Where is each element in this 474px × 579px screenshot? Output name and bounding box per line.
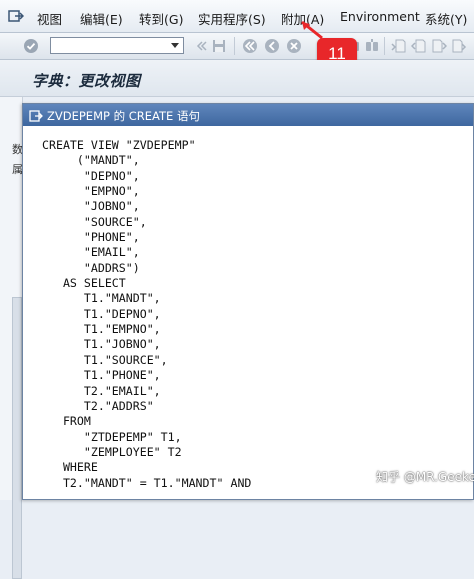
- code-line: WHERE: [42, 460, 98, 475]
- toolbar-separator: [234, 37, 235, 55]
- menu-environment[interactable]: Environment: [340, 9, 420, 24]
- save-icon[interactable]: [211, 38, 227, 54]
- back-icon[interactable]: [242, 38, 258, 54]
- watermark: 知乎 @MR.Geekery: [376, 470, 474, 484]
- title-area: 字典：更改视图: [0, 60, 474, 97]
- code-line: T1."SOURCE",: [42, 352, 168, 367]
- menu-edit[interactable]: 编辑(E): [80, 9, 123, 28]
- chevron-down-icon[interactable]: [171, 43, 179, 48]
- dialog-title: ZVDEPEMP 的 CREATE 语句: [47, 109, 200, 123]
- code-line: T1."MANDT",: [42, 291, 161, 306]
- last-page-icon[interactable]: [451, 38, 467, 54]
- next-page-icon[interactable]: [431, 38, 447, 54]
- menu-goto[interactable]: 转到(G): [139, 9, 183, 28]
- code-line: "ZTDEPEMP" T1,: [42, 429, 182, 444]
- menu-bar: 视图 编辑(E) 转到(G) 实用程序(S) 附加(A) Environment…: [0, 0, 474, 33]
- window-icon: [29, 108, 43, 122]
- toolbar-separator: [384, 37, 385, 55]
- menu-utilities[interactable]: 实用程序(S): [198, 9, 266, 28]
- menu-system[interactable]: 系统(Y): [425, 9, 467, 28]
- sql-code-block: CREATE VIEW "ZVDEPEMP" ("MANDT", "DEPNO"…: [42, 138, 251, 491]
- code-line: "PHONE",: [42, 230, 140, 245]
- code-line: T1."DEPNO",: [42, 306, 161, 321]
- exit-icon[interactable]: [264, 38, 280, 54]
- menu-exit-icon[interactable]: [8, 8, 24, 24]
- check-icon[interactable]: [23, 38, 39, 54]
- background-scrollbar[interactable]: [12, 297, 22, 579]
- code-line: "EMAIL",: [42, 245, 140, 260]
- code-line: T1."JOBNO",: [42, 337, 161, 352]
- code-line: "ZEMPLOYEE" T2: [42, 444, 182, 459]
- code-line: "SOURCE",: [42, 214, 147, 229]
- code-line: CREATE VIEW "ZVDEPEMP": [42, 138, 196, 152]
- code-line: T2."MANDT" = T1."MANDT" AND: [42, 475, 252, 490]
- dialog-titlebar[interactable]: ZVDEPEMP 的 CREATE 语句: [23, 104, 473, 126]
- code-line: ("MANDT",: [42, 153, 140, 168]
- create-statement-dialog: ZVDEPEMP 的 CREATE 语句 CREATE VIEW "ZVDEPE…: [22, 103, 474, 500]
- back-double-icon[interactable]: [193, 38, 209, 54]
- code-line: T2."EMAIL",: [42, 383, 161, 398]
- find-next-icon[interactable]: [364, 38, 380, 54]
- code-line: "JOBNO",: [42, 199, 140, 214]
- page-title: 字典：更改视图: [32, 72, 141, 90]
- code-line: "EMPNO",: [42, 184, 140, 199]
- code-line: T1."EMPNO",: [42, 322, 161, 337]
- command-field[interactable]: [50, 37, 184, 57]
- first-page-icon[interactable]: [391, 38, 407, 54]
- code-line: AS SELECT: [42, 276, 126, 291]
- command-input[interactable]: [51, 42, 169, 57]
- menu-view[interactable]: 视图: [37, 9, 62, 28]
- code-line: "DEPNO",: [42, 168, 140, 183]
- prev-page-icon[interactable]: [411, 38, 427, 54]
- code-line: T1."PHONE",: [42, 368, 161, 383]
- code-line: "ADDRS"): [42, 260, 140, 275]
- background-panel: 数 属: [0, 97, 23, 579]
- code-line: T2."ADDRS": [42, 398, 154, 413]
- code-line: FROM: [42, 414, 91, 429]
